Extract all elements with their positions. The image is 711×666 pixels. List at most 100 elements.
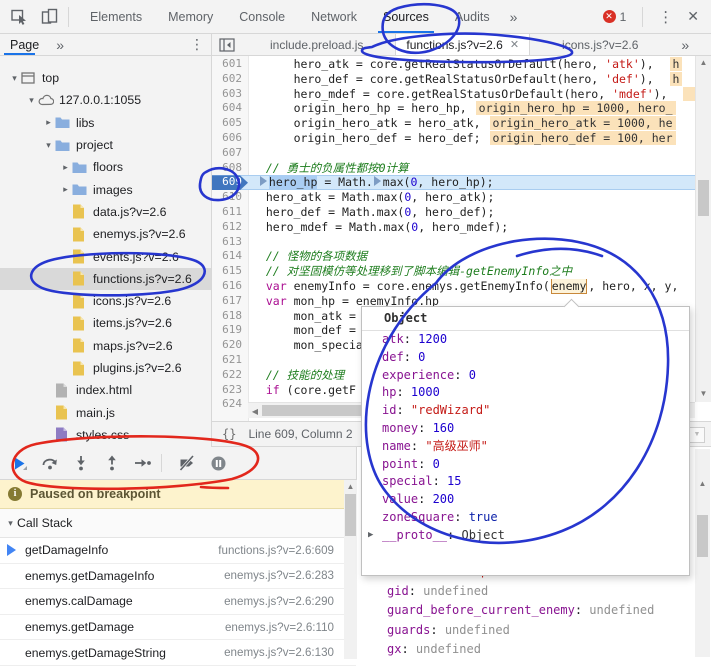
tree-item[interactable]: icons.js?v=2.6: [0, 290, 211, 312]
scope-variable[interactable]: guards: undefined: [357, 621, 711, 641]
line-number[interactable]: 615: [212, 264, 248, 279]
scrollbar-thumb[interactable]: [697, 515, 708, 557]
line-number[interactable]: 605: [212, 116, 248, 131]
chevron-down-icon[interactable]: ▾: [8, 73, 21, 84]
code-text[interactable]: // 勇士的负属性都按0计算: [248, 161, 711, 176]
pretty-print-icon[interactable]: {}: [222, 427, 236, 441]
tree-item[interactable]: ▸images: [0, 178, 211, 200]
code-text[interactable]: hero_hp = Math.max(0, hero_hp);: [248, 175, 711, 190]
menu-kebab-icon[interactable]: ⋮: [651, 8, 680, 26]
chevron-right-icon[interactable]: ▸: [42, 117, 55, 128]
editor-tab[interactable]: icons.js?v=2.6: [552, 34, 648, 55]
code-text[interactable]: hero_def = Math.max(0, hero_def);: [248, 205, 711, 220]
line-number[interactable]: 613: [212, 235, 248, 250]
editor-tab[interactable]: include.preload.js: [260, 34, 373, 55]
panel-tab-network[interactable]: Network: [298, 0, 370, 33]
code-text[interactable]: origin_hero_def = hero_def;origin_hero_d…: [248, 131, 711, 146]
code-text[interactable]: [248, 235, 711, 250]
scroll-up-icon[interactable]: ▲: [696, 58, 711, 67]
resume-icon[interactable]: [7, 451, 31, 475]
tree-item[interactable]: maps.js?v=2.6: [0, 335, 211, 357]
chevron-right-icon[interactable]: ▸: [59, 162, 72, 173]
tree-item[interactable]: ▾top: [0, 67, 211, 89]
code-text[interactable]: // 对坚固模仿等处理移到了脚本编辑-getEnemyInfo之中: [248, 264, 711, 279]
line-number[interactable]: 609: [212, 175, 248, 190]
debugger-sidebar-scrollbar[interactable]: ▲: [344, 480, 357, 659]
code-text[interactable]: hero_atk = core.getRealStatusOrDefault(h…: [248, 57, 711, 72]
panel-tab-audits[interactable]: Audits: [442, 0, 503, 33]
line-number[interactable]: 616: [212, 279, 248, 294]
scroll-up-icon[interactable]: ▲: [695, 479, 710, 488]
step-out-icon[interactable]: [100, 451, 124, 475]
scroll-up-icon[interactable]: ▲: [344, 482, 357, 491]
line-number[interactable]: 607: [212, 146, 248, 161]
call-stack-header[interactable]: ▾ Call Stack: [0, 509, 356, 538]
device-toolbar-icon[interactable]: [38, 6, 60, 28]
step-into-icon[interactable]: [69, 451, 93, 475]
inspect-element-icon[interactable]: [8, 6, 30, 28]
call-stack-frame[interactable]: enemys.getDamageStringenemys.js?v=2.6:13…: [0, 640, 356, 666]
tree-item[interactable]: events.js?v=2.6: [0, 245, 211, 267]
more-panels-icon[interactable]: »: [503, 9, 525, 25]
code-text[interactable]: hero_def = core.getRealStatusOrDefault(h…: [248, 72, 711, 87]
chevron-down-icon[interactable]: ▾: [42, 140, 55, 151]
step-over-icon[interactable]: [38, 451, 62, 475]
panel-tab-sources[interactable]: Sources: [370, 0, 442, 33]
code-text[interactable]: hero_mdef = Math.max(0, hero_mdef);: [248, 220, 711, 235]
line-number[interactable]: 610: [212, 190, 248, 205]
tree-item[interactable]: ▸floors: [0, 156, 211, 178]
tree-item[interactable]: index.html: [0, 379, 211, 401]
tree-item[interactable]: ▸libs: [0, 112, 211, 134]
line-number[interactable]: 608: [212, 161, 248, 176]
panel-tab-console[interactable]: Console: [226, 0, 298, 33]
tree-item[interactable]: styles.css: [0, 424, 211, 446]
line-number[interactable]: 604: [212, 101, 248, 116]
line-number[interactable]: 618: [212, 309, 248, 324]
step-icon[interactable]: [131, 451, 155, 475]
tree-item[interactable]: ▾project: [0, 134, 211, 156]
code-text[interactable]: [248, 146, 711, 161]
panel-tab-elements[interactable]: Elements: [77, 0, 155, 33]
line-number[interactable]: 623: [212, 383, 248, 398]
chevron-right-icon[interactable]: ▶: [368, 527, 373, 545]
scroll-down-icon[interactable]: ▼: [696, 389, 711, 398]
scope-variable[interactable]: guard_before_current_enemy: undefined: [357, 601, 711, 621]
scrollbar-thumb[interactable]: [345, 494, 356, 536]
call-stack-frame[interactable]: enemys.getDamageenemys.js?v=2.6:110: [0, 615, 356, 641]
call-stack-frame[interactable]: enemys.getDamageInfoenemys.js?v=2.6:283: [0, 564, 356, 590]
tree-item[interactable]: functions.js?v=2.6: [0, 268, 211, 290]
line-number[interactable]: 611: [212, 205, 248, 220]
more-navigator-tabs-icon[interactable]: »: [49, 37, 71, 53]
code-text[interactable]: hero_atk = Math.max(0, hero_atk);: [248, 190, 711, 205]
close-devtools-icon[interactable]: ✕: [680, 8, 711, 25]
line-number[interactable]: 614: [212, 249, 248, 264]
hide-navigator-icon[interactable]: [216, 34, 238, 56]
line-number[interactable]: 612: [212, 220, 248, 235]
line-number[interactable]: 621: [212, 353, 248, 368]
code-text[interactable]: origin_hero_atk = hero_atk,origin_hero_a…: [248, 116, 711, 131]
code-text[interactable]: var enemyInfo = core.enemys.getEnemyInfo…: [248, 279, 711, 294]
code-text[interactable]: hero_mdef = core.getRealStatusOrDefault(…: [248, 87, 711, 102]
scroll-left-icon[interactable]: ◀: [250, 407, 260, 416]
line-number[interactable]: 602: [212, 72, 248, 87]
tree-item[interactable]: main.js: [0, 401, 211, 423]
tree-item[interactable]: enemys.js?v=2.6: [0, 223, 211, 245]
close-tab-icon[interactable]: ✕: [510, 38, 519, 51]
editor-vertical-scrollbar[interactable]: ▲ ▼: [695, 56, 711, 402]
panel-tab-memory[interactable]: Memory: [155, 0, 226, 33]
tree-item[interactable]: items.js?v=2.6: [0, 312, 211, 334]
call-stack-frame[interactable]: enemys.calDamageenemys.js?v=2.6:290: [0, 589, 356, 615]
chevron-down-icon[interactable]: ▾: [25, 95, 38, 106]
tree-item[interactable]: data.js?v=2.6: [0, 201, 211, 223]
error-badge-icon[interactable]: ✕: [603, 10, 616, 23]
more-editor-tabs-icon[interactable]: »: [674, 37, 696, 53]
line-number[interactable]: 606: [212, 131, 248, 146]
line-number[interactable]: 603: [212, 87, 248, 102]
scrollbar-thumb[interactable]: [698, 180, 709, 216]
line-number[interactable]: 601: [212, 57, 248, 72]
deactivate-breakpoints-icon[interactable]: [175, 451, 199, 475]
line-number[interactable]: 619: [212, 323, 248, 338]
line-number[interactable]: 617: [212, 294, 248, 309]
scope-variable[interactable]: gid: undefined: [357, 582, 711, 602]
code-text[interactable]: origin_hero_hp = hero_hp,origin_hero_hp …: [248, 101, 711, 116]
